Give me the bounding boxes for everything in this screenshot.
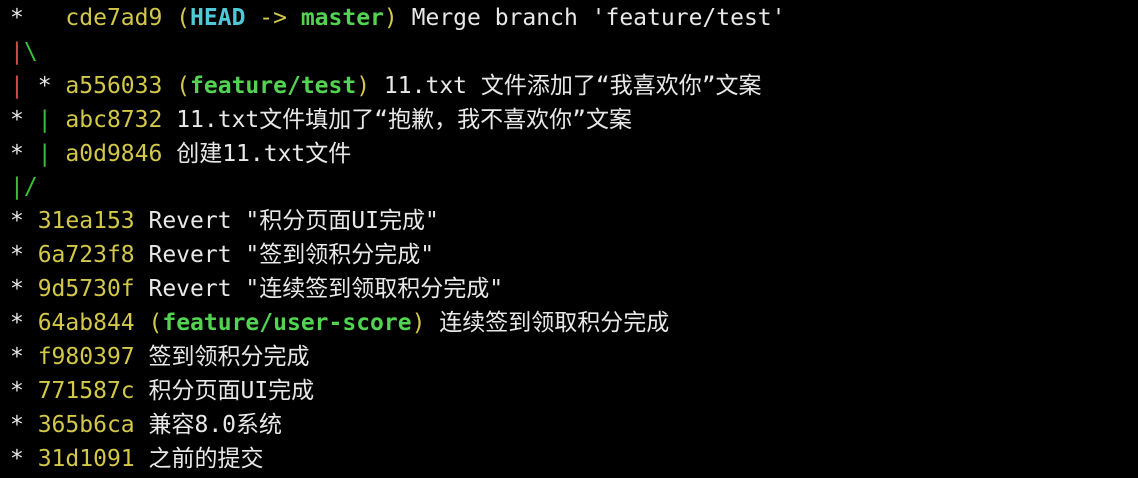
graph-bar: | bbox=[37, 106, 52, 133]
ref-arrow: -> bbox=[245, 5, 301, 31]
log-line-commit: * 31d1091 之前的提交 bbox=[10, 443, 1138, 477]
graph-bar: | bbox=[37, 140, 52, 167]
ref-close-paren: ) bbox=[383, 5, 398, 31]
ref-open-paren: ( bbox=[162, 5, 191, 31]
commit-message: 签到领积分完成 bbox=[134, 343, 310, 370]
log-line-commit: * f980397 签到领积分完成 bbox=[10, 341, 1138, 375]
commit-hash: abc8732 bbox=[51, 106, 163, 133]
commit-message: 兼容8.0系统 bbox=[134, 411, 283, 438]
commit-hash: 9d5730f bbox=[37, 276, 135, 303]
graph-bar: | bbox=[10, 38, 24, 65]
commit-hash: 31ea153 bbox=[37, 208, 135, 235]
graph-commit-marker: * bbox=[10, 343, 38, 370]
graph-branch-slash: \ bbox=[23, 38, 38, 65]
commit-hash: 64ab844 bbox=[37, 310, 135, 337]
commit-hash: a0d9846 bbox=[51, 140, 163, 167]
graph-commit-marker: * bbox=[10, 242, 38, 269]
log-line-commit: * 771587c 积分页面UI完成 bbox=[10, 375, 1138, 409]
ref-open-paren: ( bbox=[134, 310, 163, 337]
log-line-commit: * | abc8732 11.txt文件填加了“抱歉，我不喜欢你”文案 bbox=[10, 104, 1138, 138]
graph-commit-marker: * bbox=[10, 377, 38, 404]
graph-commit-marker: * bbox=[23, 72, 66, 99]
commit-message: 11.txt 文件添加了“我喜欢你”文案 bbox=[370, 72, 762, 99]
graph-commit-marker: * bbox=[10, 310, 38, 337]
commit-message: Revert "签到领积分完成" bbox=[134, 242, 435, 269]
log-line-commit: * | a0d9846 创建11.txt文件 bbox=[10, 138, 1138, 172]
commit-message: Revert "积分页面UI完成" bbox=[134, 208, 439, 235]
ref-close-paren: ) bbox=[356, 72, 371, 99]
commit-hash: a556033 bbox=[65, 72, 163, 99]
commit-message: 11.txt文件填加了“抱歉，我不喜欢你”文案 bbox=[162, 106, 632, 133]
graph-commit-marker: * bbox=[10, 445, 38, 472]
log-line-graph-join: |/ bbox=[10, 171, 1138, 205]
branch-ref: master bbox=[300, 5, 384, 31]
log-line-merge: * cde7ad9 (HEAD -> master) Merge branch … bbox=[10, 2, 1138, 36]
log-line-commit: * 31ea153 Revert "积分页面UI完成" bbox=[10, 205, 1138, 239]
commit-message: 之前的提交 bbox=[134, 445, 264, 472]
head-ref: HEAD bbox=[190, 5, 246, 31]
commit-hash: 365b6ca bbox=[37, 411, 135, 438]
graph-commit-marker: * bbox=[10, 208, 38, 235]
graph-commit-marker: * bbox=[10, 5, 24, 31]
commit-hash: 6a723f8 bbox=[37, 242, 135, 269]
log-line-commit: * 6a723f8 Revert "签到领积分完成" bbox=[10, 239, 1138, 273]
log-line-commit: | * a556033 (feature/test) 11.txt 文件添加了“… bbox=[10, 70, 1138, 104]
commit-hash: 771587c bbox=[37, 377, 135, 404]
graph-commit-marker: * bbox=[10, 276, 38, 303]
graph-commit-marker: * bbox=[10, 140, 38, 167]
graph-commit-marker: * bbox=[10, 411, 38, 438]
log-line-commit: * 9d5730f Revert "连续签到领取积分完成" bbox=[10, 273, 1138, 307]
graph-merge-slash: / bbox=[23, 174, 38, 201]
graph-bar: | bbox=[10, 174, 24, 201]
ref-close-paren: ) bbox=[411, 310, 426, 337]
log-line-commit: * 64ab844 (feature/user-score) 连续签到领取积分完… bbox=[10, 307, 1138, 341]
ref-open-paren: ( bbox=[162, 72, 191, 99]
commit-message: 积分页面UI完成 bbox=[134, 377, 315, 404]
commit-message: Merge branch 'feature/test' bbox=[397, 5, 786, 31]
graph-spacing bbox=[24, 5, 66, 31]
branch-ref: feature/user-score bbox=[162, 310, 412, 337]
terminal-window[interactable]: * cde7ad9 (HEAD -> master) Merge branch … bbox=[0, 2, 1138, 478]
commit-message: Revert "连续签到领取积分完成" bbox=[134, 276, 504, 303]
commit-hash: 31d1091 bbox=[37, 445, 135, 472]
commit-message: 创建11.txt文件 bbox=[162, 140, 352, 167]
branch-ref: feature/test bbox=[190, 72, 357, 99]
graph-bar: | bbox=[10, 72, 24, 99]
log-line-commit: * 365b6ca 兼容8.0系统 bbox=[10, 409, 1138, 443]
commit-message: 连续签到领取积分完成 bbox=[425, 310, 670, 337]
commit-hash: f980397 bbox=[37, 343, 135, 370]
commit-hash: cde7ad9 bbox=[65, 5, 163, 31]
graph-commit-marker: * bbox=[10, 106, 38, 133]
log-line-graph-fork: |\ bbox=[10, 36, 1138, 70]
